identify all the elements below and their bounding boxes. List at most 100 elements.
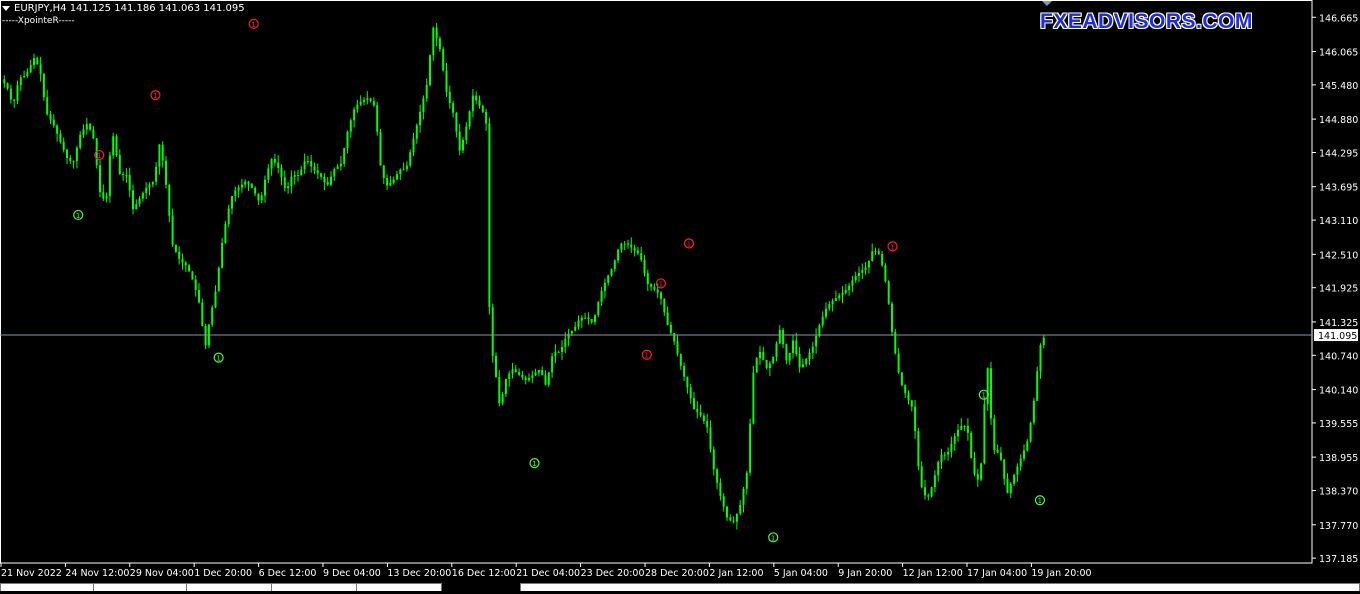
candle-body xyxy=(584,317,587,319)
candle-body xyxy=(881,253,884,266)
signal-marker-label: 1 xyxy=(251,21,255,29)
candle-body xyxy=(52,119,55,126)
candle-body xyxy=(768,363,771,369)
candle-body xyxy=(339,163,342,167)
candle-body xyxy=(933,475,936,488)
candle-body xyxy=(567,333,570,339)
y-tick-label: 141.925 xyxy=(1319,284,1358,295)
candle-body xyxy=(108,155,111,197)
x-tick-label: 12 Jan 12:00 xyxy=(903,568,963,579)
candle-body xyxy=(257,193,260,201)
dropdown-triangle-icon[interactable] xyxy=(2,5,10,11)
candle-body xyxy=(3,79,6,84)
y-tick-label: 140.740 xyxy=(1319,351,1358,362)
candle-body xyxy=(234,190,237,196)
candle-body xyxy=(379,131,382,166)
candle-body xyxy=(59,133,62,142)
y-tick-label: 137.770 xyxy=(1319,521,1358,532)
x-tick-label: 13 Dec 20:00 xyxy=(387,568,451,579)
candle-body xyxy=(382,165,385,179)
x-tick-label: 19 Jan 20:00 xyxy=(1031,568,1091,579)
candle-body xyxy=(422,98,425,112)
candle-body xyxy=(755,358,758,373)
candle-body xyxy=(349,120,352,132)
x-tick-label: 17 Jan 04:00 xyxy=(967,568,1027,579)
candle-body xyxy=(277,162,280,169)
candle-body xyxy=(366,98,369,100)
candle-body xyxy=(452,103,455,113)
y-tick-label: 138.370 xyxy=(1319,487,1358,498)
signal-marker-label: 1 xyxy=(659,280,663,288)
candle-body xyxy=(643,259,646,274)
candle-body xyxy=(481,105,484,112)
candlestick-chart[interactable]: 146.665 146.065 145.480 144.880 144.295 143.6… xyxy=(0,0,1360,590)
candle-body xyxy=(458,131,461,151)
candle-body xyxy=(785,344,788,361)
x-tick-label: 28 Dec 20:00 xyxy=(645,568,709,579)
signal-marker-label: 1 xyxy=(982,392,986,400)
candle-body xyxy=(504,378,507,395)
candle-body xyxy=(66,149,68,158)
candle-body xyxy=(1003,459,1006,479)
candle-body xyxy=(650,284,653,287)
top-axis-marker xyxy=(1042,1,1052,6)
candle-body xyxy=(986,368,989,405)
candle-body xyxy=(396,174,398,180)
candle-body xyxy=(85,123,88,130)
candle-body xyxy=(471,95,474,112)
x-tick-label: 23 Dec 20:00 xyxy=(581,568,645,579)
candle-body xyxy=(359,101,362,105)
candle-body xyxy=(122,173,125,176)
candle-body xyxy=(693,398,695,409)
candle-body xyxy=(706,421,709,428)
candle-body xyxy=(980,463,983,480)
candle-body xyxy=(244,181,247,185)
candle-body xyxy=(983,404,986,464)
candle-body xyxy=(171,215,174,245)
candle-body xyxy=(607,275,610,283)
candle-body xyxy=(280,168,283,178)
candle-body xyxy=(765,359,768,369)
x-tick-label: 5 Jan 04:00 xyxy=(774,568,828,579)
candle-body xyxy=(105,196,108,199)
candle-body xyxy=(574,326,577,331)
candle-body xyxy=(75,147,78,162)
candle-body xyxy=(13,99,16,101)
y-tick-label: 144.295 xyxy=(1319,148,1358,159)
candle-body xyxy=(297,175,299,177)
candle-body xyxy=(49,114,52,120)
candle-body xyxy=(429,55,431,85)
candle-body xyxy=(372,101,375,106)
candle-body xyxy=(666,312,669,325)
candle-body xyxy=(953,436,956,444)
candle-body xyxy=(455,112,458,132)
candle-body xyxy=(927,495,930,497)
candle-body xyxy=(742,488,745,505)
candle-body xyxy=(402,169,405,171)
indicator-label: -----XpointeR----- xyxy=(2,16,75,26)
candle-body xyxy=(834,298,837,301)
candle-body xyxy=(33,58,35,66)
candle-body xyxy=(917,431,920,467)
signal-marker-label: 1 xyxy=(687,240,691,248)
candle-body xyxy=(514,369,517,373)
candle-body xyxy=(29,65,32,73)
candle-body xyxy=(448,91,451,104)
candle-body xyxy=(534,372,537,376)
candle-body xyxy=(194,279,197,290)
candle-body xyxy=(709,427,712,450)
candle-body xyxy=(330,176,332,185)
candle-body xyxy=(735,513,738,522)
candle-body xyxy=(861,270,864,273)
candle-body xyxy=(1006,478,1009,494)
candle-body xyxy=(158,144,161,167)
candle-body xyxy=(191,271,194,280)
y-tick-label: 139.555 xyxy=(1319,419,1358,430)
candle-body xyxy=(805,358,808,365)
chart-canvas[interactable]: 146.665 146.065 145.480 144.880 144.295 143.6… xyxy=(0,0,1360,590)
candle-body xyxy=(930,487,933,497)
candle-body xyxy=(42,73,45,98)
candle-body xyxy=(699,412,702,416)
x-tick-label: 21 Dec 04:00 xyxy=(516,568,580,579)
candle-body xyxy=(669,324,672,333)
